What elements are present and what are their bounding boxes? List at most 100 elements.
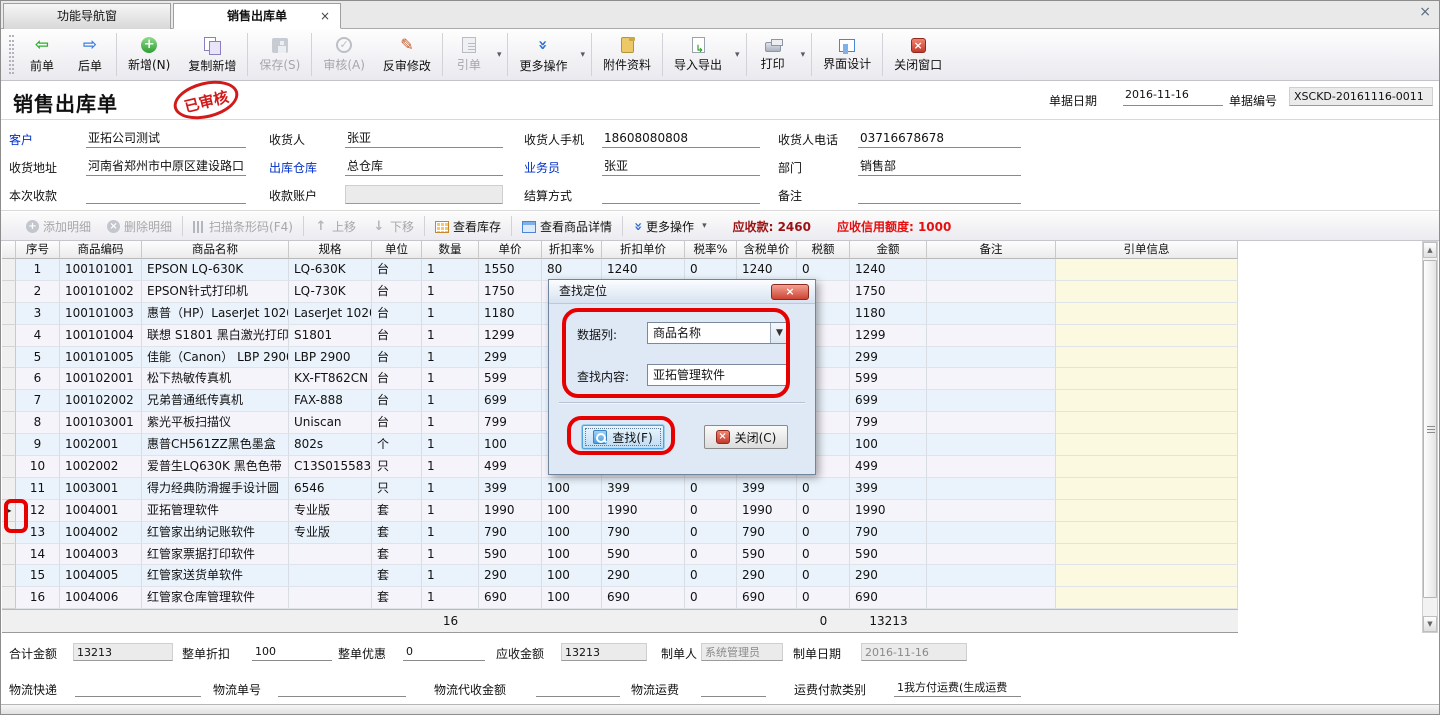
table-cell[interactable]: 100101003 [60,303,142,325]
column-header[interactable]: 单价 [479,241,542,259]
chevron-down-icon[interactable]: ▾ [731,50,744,60]
table-cell[interactable]: 590 [737,544,797,566]
table-cell[interactable]: 1180 [479,303,542,325]
table-cell[interactable]: 299 [479,347,542,369]
table-cell[interactable] [289,544,372,566]
table-cell[interactable]: 1 [422,259,479,281]
table-cell[interactable]: 790 [850,522,927,544]
table-cell[interactable]: 1004003 [60,544,142,566]
column-header[interactable]: 数量 [422,241,479,259]
table-cell[interactable]: 590 [602,544,685,566]
table-cell[interactable]: 专业版 [289,522,372,544]
remark-field[interactable] [858,185,1021,204]
table-cell[interactable]: 799 [479,412,542,434]
table-row[interactable]: 131004002红管家出纳记账软件专业版套179010079007900790 [2,522,1238,544]
table-cell[interactable]: 599 [850,368,927,390]
table-cell[interactable]: 台 [372,259,422,281]
table-cell[interactable]: 0 [685,544,737,566]
row-marker-cell[interactable] [2,544,16,566]
table-cell[interactable]: 1 [422,522,479,544]
ui-design-button[interactable]: 界面设计 [814,29,880,80]
table-cell[interactable]: LBP 2900 [289,347,372,369]
column-header[interactable]: 引单信息 [1056,241,1238,259]
table-cell[interactable]: 690 [479,587,542,609]
table-cell[interactable]: 799 [850,412,927,434]
table-cell[interactable]: EPSON LQ-630K [142,259,289,281]
table-cell[interactable]: 499 [850,456,927,478]
table-cell[interactable] [927,500,1056,522]
row-marker-cell[interactable] [2,587,16,609]
column-header[interactable]: 税率% [685,241,737,259]
row-marker-cell[interactable] [2,478,16,500]
table-cell[interactable]: 只 [372,478,422,500]
more-actions-button[interactable]: »更多操作▾ [625,218,719,235]
column-header[interactable]: 单位 [372,241,422,259]
table-cell[interactable]: FAX-888 [289,390,372,412]
table-cell[interactable]: LQ-630K [289,259,372,281]
close-window-button[interactable]: ×关闭窗口 [885,29,951,80]
row-marker-cell[interactable] [2,412,16,434]
table-cell[interactable]: 1002002 [60,456,142,478]
table-cell[interactable] [927,434,1056,456]
column-header[interactable]: 序号 [16,241,60,259]
table-cell[interactable] [1056,522,1238,544]
table-cell[interactable]: 399 [602,478,685,500]
table-cell[interactable]: 1 [422,412,479,434]
table-cell[interactable]: 亚拓管理软件 [142,500,289,522]
table-cell[interactable]: 紫光平板扫描仪 [142,412,289,434]
table-cell[interactable]: 1 [422,347,479,369]
table-cell[interactable]: 红管家出纳记账软件 [142,522,289,544]
table-cell[interactable] [1056,544,1238,566]
table-cell[interactable]: 红管家票据打印软件 [142,544,289,566]
table-cell[interactable] [1056,434,1238,456]
table-cell[interactable]: 套 [372,544,422,566]
table-cell[interactable]: 1990 [479,500,542,522]
table-cell[interactable]: 100 [542,544,602,566]
table-cell[interactable]: 只 [372,456,422,478]
table-cell[interactable]: 1 [422,368,479,390]
next-doc-button[interactable]: ⇨后单 [66,29,114,80]
table-cell[interactable]: 1 [422,544,479,566]
table-cell[interactable] [927,522,1056,544]
table-cell[interactable] [1056,500,1238,522]
table-cell[interactable]: 1 [422,325,479,347]
table-cell[interactable]: 590 [479,544,542,566]
table-cell[interactable]: 1 [16,259,60,281]
table-cell[interactable]: 100101001 [60,259,142,281]
table-cell[interactable] [1056,259,1238,281]
table-cell[interactable]: 100 [542,500,602,522]
tab-function-nav[interactable]: 功能导航窗 [3,3,171,29]
table-cell[interactable]: 1 [422,500,479,522]
table-cell[interactable]: 松下热敏传真机 [142,368,289,390]
import-export-button[interactable]: 导入导出 [665,29,731,80]
table-row[interactable]: 1100101001EPSON LQ-630KLQ-630K台115508012… [2,259,1238,281]
table-cell[interactable]: 0 [797,522,850,544]
table-cell[interactable]: 台 [372,390,422,412]
table-cell[interactable] [1056,325,1238,347]
table-cell[interactable]: 1003001 [60,478,142,500]
column-header[interactable]: 折扣单价 [602,241,685,259]
table-cell[interactable]: 13 [16,522,60,544]
table-cell[interactable] [1056,456,1238,478]
column-header[interactable]: 税额 [797,241,850,259]
table-cell[interactable]: 12 [16,500,60,522]
table-cell[interactable]: 爱普生LQ630K 黑色色带 [142,456,289,478]
tab-close-icon[interactable]: × [320,4,330,29]
table-cell[interactable]: 联想 S1801 黑白激光打印 [142,325,289,347]
table-cell[interactable]: 100 [542,565,602,587]
table-cell[interactable]: 15 [16,565,60,587]
more-actions-button[interactable]: »更多操作 [510,29,576,80]
table-cell[interactable]: 1299 [850,325,927,347]
vertical-scrollbar[interactable]: ▲ ▼ [1422,241,1438,633]
table-cell[interactable]: 100 [542,478,602,500]
dialog-close-icon[interactable]: × [771,284,809,300]
row-marker-cell[interactable] [2,434,16,456]
table-cell[interactable]: 1004006 [60,587,142,609]
salesman-field[interactable]: 张亚 [602,157,760,176]
chevron-down-icon[interactable]: ▾ [797,50,810,60]
table-cell[interactable]: 1550 [479,259,542,281]
table-cell[interactable]: 790 [737,522,797,544]
table-cell[interactable] [927,325,1056,347]
table-cell[interactable]: 1990 [602,500,685,522]
table-cell[interactable]: 1 [422,565,479,587]
